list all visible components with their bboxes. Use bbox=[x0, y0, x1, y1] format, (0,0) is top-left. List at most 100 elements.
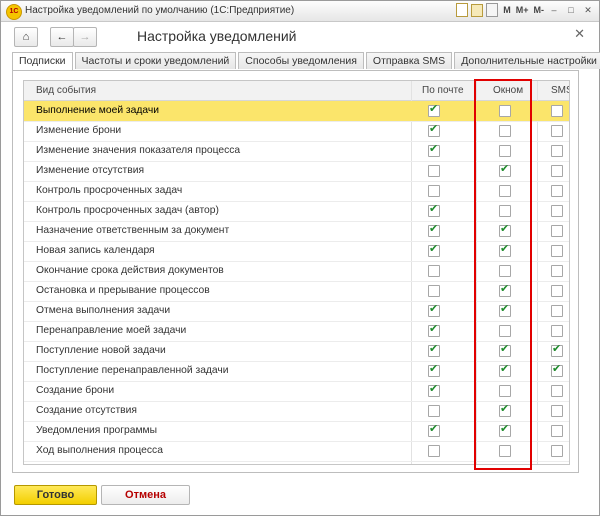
window-checkbox[interactable] bbox=[499, 105, 511, 117]
sms-checkbox[interactable] bbox=[551, 285, 563, 297]
sms-checkbox[interactable] bbox=[551, 165, 563, 177]
tab-3[interactable]: Отправка SMS bbox=[365, 52, 453, 69]
calculator-icon[interactable] bbox=[486, 3, 499, 17]
window-close-icon[interactable]: ✕ bbox=[581, 3, 595, 17]
table-row[interactable]: Поступление новой задачи bbox=[24, 341, 569, 362]
sms-checkbox[interactable] bbox=[551, 362, 563, 377]
sms-checkbox[interactable] bbox=[551, 405, 563, 417]
mail-checkbox[interactable] bbox=[428, 302, 440, 317]
window-checkbox[interactable] bbox=[499, 242, 511, 257]
table-row[interactable]: Перенаправление моей задачи bbox=[24, 321, 569, 342]
mail-checkbox[interactable] bbox=[428, 322, 440, 337]
table-row[interactable]: Изменение отсутствия bbox=[24, 161, 569, 182]
maximize-icon[interactable]: □ bbox=[564, 3, 578, 17]
table-row[interactable]: Новая запись календаря bbox=[24, 241, 569, 262]
table-row[interactable]: Выполнение моей задачи bbox=[24, 101, 569, 122]
header-mail[interactable]: По почте bbox=[422, 85, 464, 96]
event-name: Изменение значения показателя процесса bbox=[36, 145, 241, 156]
header-sms[interactable]: SMS bbox=[551, 85, 569, 96]
table-row[interactable]: Отмена выполнения задачи bbox=[24, 301, 569, 322]
window-checkbox[interactable] bbox=[499, 205, 511, 217]
sms-checkbox[interactable] bbox=[551, 305, 563, 317]
window-checkbox[interactable] bbox=[499, 385, 511, 397]
mail-checkbox[interactable] bbox=[428, 342, 440, 357]
forward-button[interactable]: → bbox=[73, 27, 97, 47]
table-row[interactable]: Изменение значения показателя процесса bbox=[24, 141, 569, 162]
mail-checkbox[interactable] bbox=[428, 242, 440, 257]
window-checkbox[interactable] bbox=[499, 185, 511, 197]
memory-button[interactable]: M bbox=[503, 5, 511, 15]
memory-minus-button[interactable]: M- bbox=[534, 5, 545, 15]
window-checkbox[interactable] bbox=[499, 302, 511, 317]
window-checkbox[interactable] bbox=[499, 342, 511, 357]
mail-checkbox[interactable] bbox=[428, 422, 440, 437]
window-checkbox[interactable] bbox=[499, 125, 511, 137]
table-row[interactable]: Остановка и прерывание процессов bbox=[24, 281, 569, 302]
minimize-icon[interactable]: – bbox=[547, 3, 561, 17]
sms-checkbox[interactable] bbox=[551, 342, 563, 357]
memory-plus-button[interactable]: M+ bbox=[516, 5, 529, 15]
sms-checkbox[interactable] bbox=[551, 105, 563, 117]
mail-checkbox[interactable] bbox=[428, 265, 440, 277]
table-row[interactable]: Контроль просроченных задач bbox=[24, 181, 569, 202]
window-checkbox[interactable] bbox=[499, 282, 511, 297]
tab-2[interactable]: Способы уведомления bbox=[238, 52, 364, 69]
mail-checkbox[interactable] bbox=[428, 285, 440, 297]
window-checkbox[interactable] bbox=[499, 362, 511, 377]
table-row[interactable]: Поступление перенаправленной задачи bbox=[24, 361, 569, 382]
header-event[interactable]: Вид события bbox=[36, 85, 96, 96]
window-checkbox[interactable] bbox=[499, 265, 511, 277]
sms-checkbox[interactable] bbox=[551, 205, 563, 217]
done-button[interactable]: Готово bbox=[14, 485, 97, 505]
sms-checkbox[interactable] bbox=[551, 245, 563, 257]
cancel-button[interactable]: Отмена bbox=[101, 485, 190, 505]
sms-checkbox[interactable] bbox=[551, 185, 563, 197]
sms-checkbox[interactable] bbox=[551, 265, 563, 277]
mail-checkbox[interactable] bbox=[428, 222, 440, 237]
header-window[interactable]: Окном bbox=[493, 85, 523, 96]
sms-checkbox[interactable] bbox=[551, 385, 563, 397]
window-checkbox[interactable] bbox=[499, 145, 511, 157]
window-checkbox[interactable] bbox=[499, 445, 511, 457]
window-checkbox[interactable] bbox=[499, 402, 511, 417]
home-icon: ⌂ bbox=[22, 31, 30, 43]
sms-checkbox[interactable] bbox=[551, 425, 563, 437]
sms-checkbox[interactable] bbox=[551, 145, 563, 157]
window-checkbox[interactable] bbox=[499, 422, 511, 437]
mail-checkbox[interactable] bbox=[428, 142, 440, 157]
close-icon[interactable]: ✕ bbox=[574, 26, 585, 42]
back-button[interactable]: ← bbox=[50, 27, 74, 47]
mail-checkbox[interactable] bbox=[428, 445, 440, 457]
sms-checkbox[interactable] bbox=[551, 325, 563, 337]
tab-4[interactable]: Дополнительные настройки bbox=[454, 52, 600, 69]
sms-checkbox[interactable] bbox=[551, 445, 563, 457]
document-icon[interactable] bbox=[456, 3, 469, 17]
window-checkbox[interactable] bbox=[499, 325, 511, 337]
table-row[interactable]: Контроль просроченных задач (автор) bbox=[24, 201, 569, 222]
table-row[interactable]: Окончание срока действия документов bbox=[24, 261, 569, 282]
table-row[interactable]: Ход выполнения процесса bbox=[24, 441, 569, 462]
mail-checkbox[interactable] bbox=[428, 362, 440, 377]
mail-checkbox[interactable] bbox=[428, 122, 440, 137]
table-row[interactable]: Уведомления программы bbox=[24, 421, 569, 442]
mail-checkbox[interactable] bbox=[428, 382, 440, 397]
sms-checkbox[interactable] bbox=[551, 125, 563, 137]
tab-0[interactable]: Подписки bbox=[12, 52, 73, 71]
table-row[interactable]: Изменение брони bbox=[24, 121, 569, 142]
window-checkbox[interactable] bbox=[499, 222, 511, 237]
title-bar: 1C Настройка уведомлений по умолчанию (1… bbox=[1, 1, 599, 22]
sms-checkbox[interactable] bbox=[551, 225, 563, 237]
table-row[interactable]: Назначение ответственным за документ bbox=[24, 221, 569, 242]
calendar-icon[interactable] bbox=[471, 3, 484, 17]
window-checkbox[interactable] bbox=[499, 162, 511, 177]
tab-1[interactable]: Частоты и сроки уведомлений bbox=[74, 52, 237, 69]
mail-checkbox[interactable] bbox=[428, 405, 440, 417]
arrow-right-icon: → bbox=[79, 31, 91, 43]
home-button[interactable]: ⌂ bbox=[14, 27, 38, 47]
mail-checkbox[interactable] bbox=[428, 165, 440, 177]
mail-checkbox[interactable] bbox=[428, 185, 440, 197]
table-row[interactable]: Создание отсутствия bbox=[24, 401, 569, 422]
mail-checkbox[interactable] bbox=[428, 102, 440, 117]
table-row[interactable]: Создание брони bbox=[24, 381, 569, 402]
mail-checkbox[interactable] bbox=[428, 202, 440, 217]
